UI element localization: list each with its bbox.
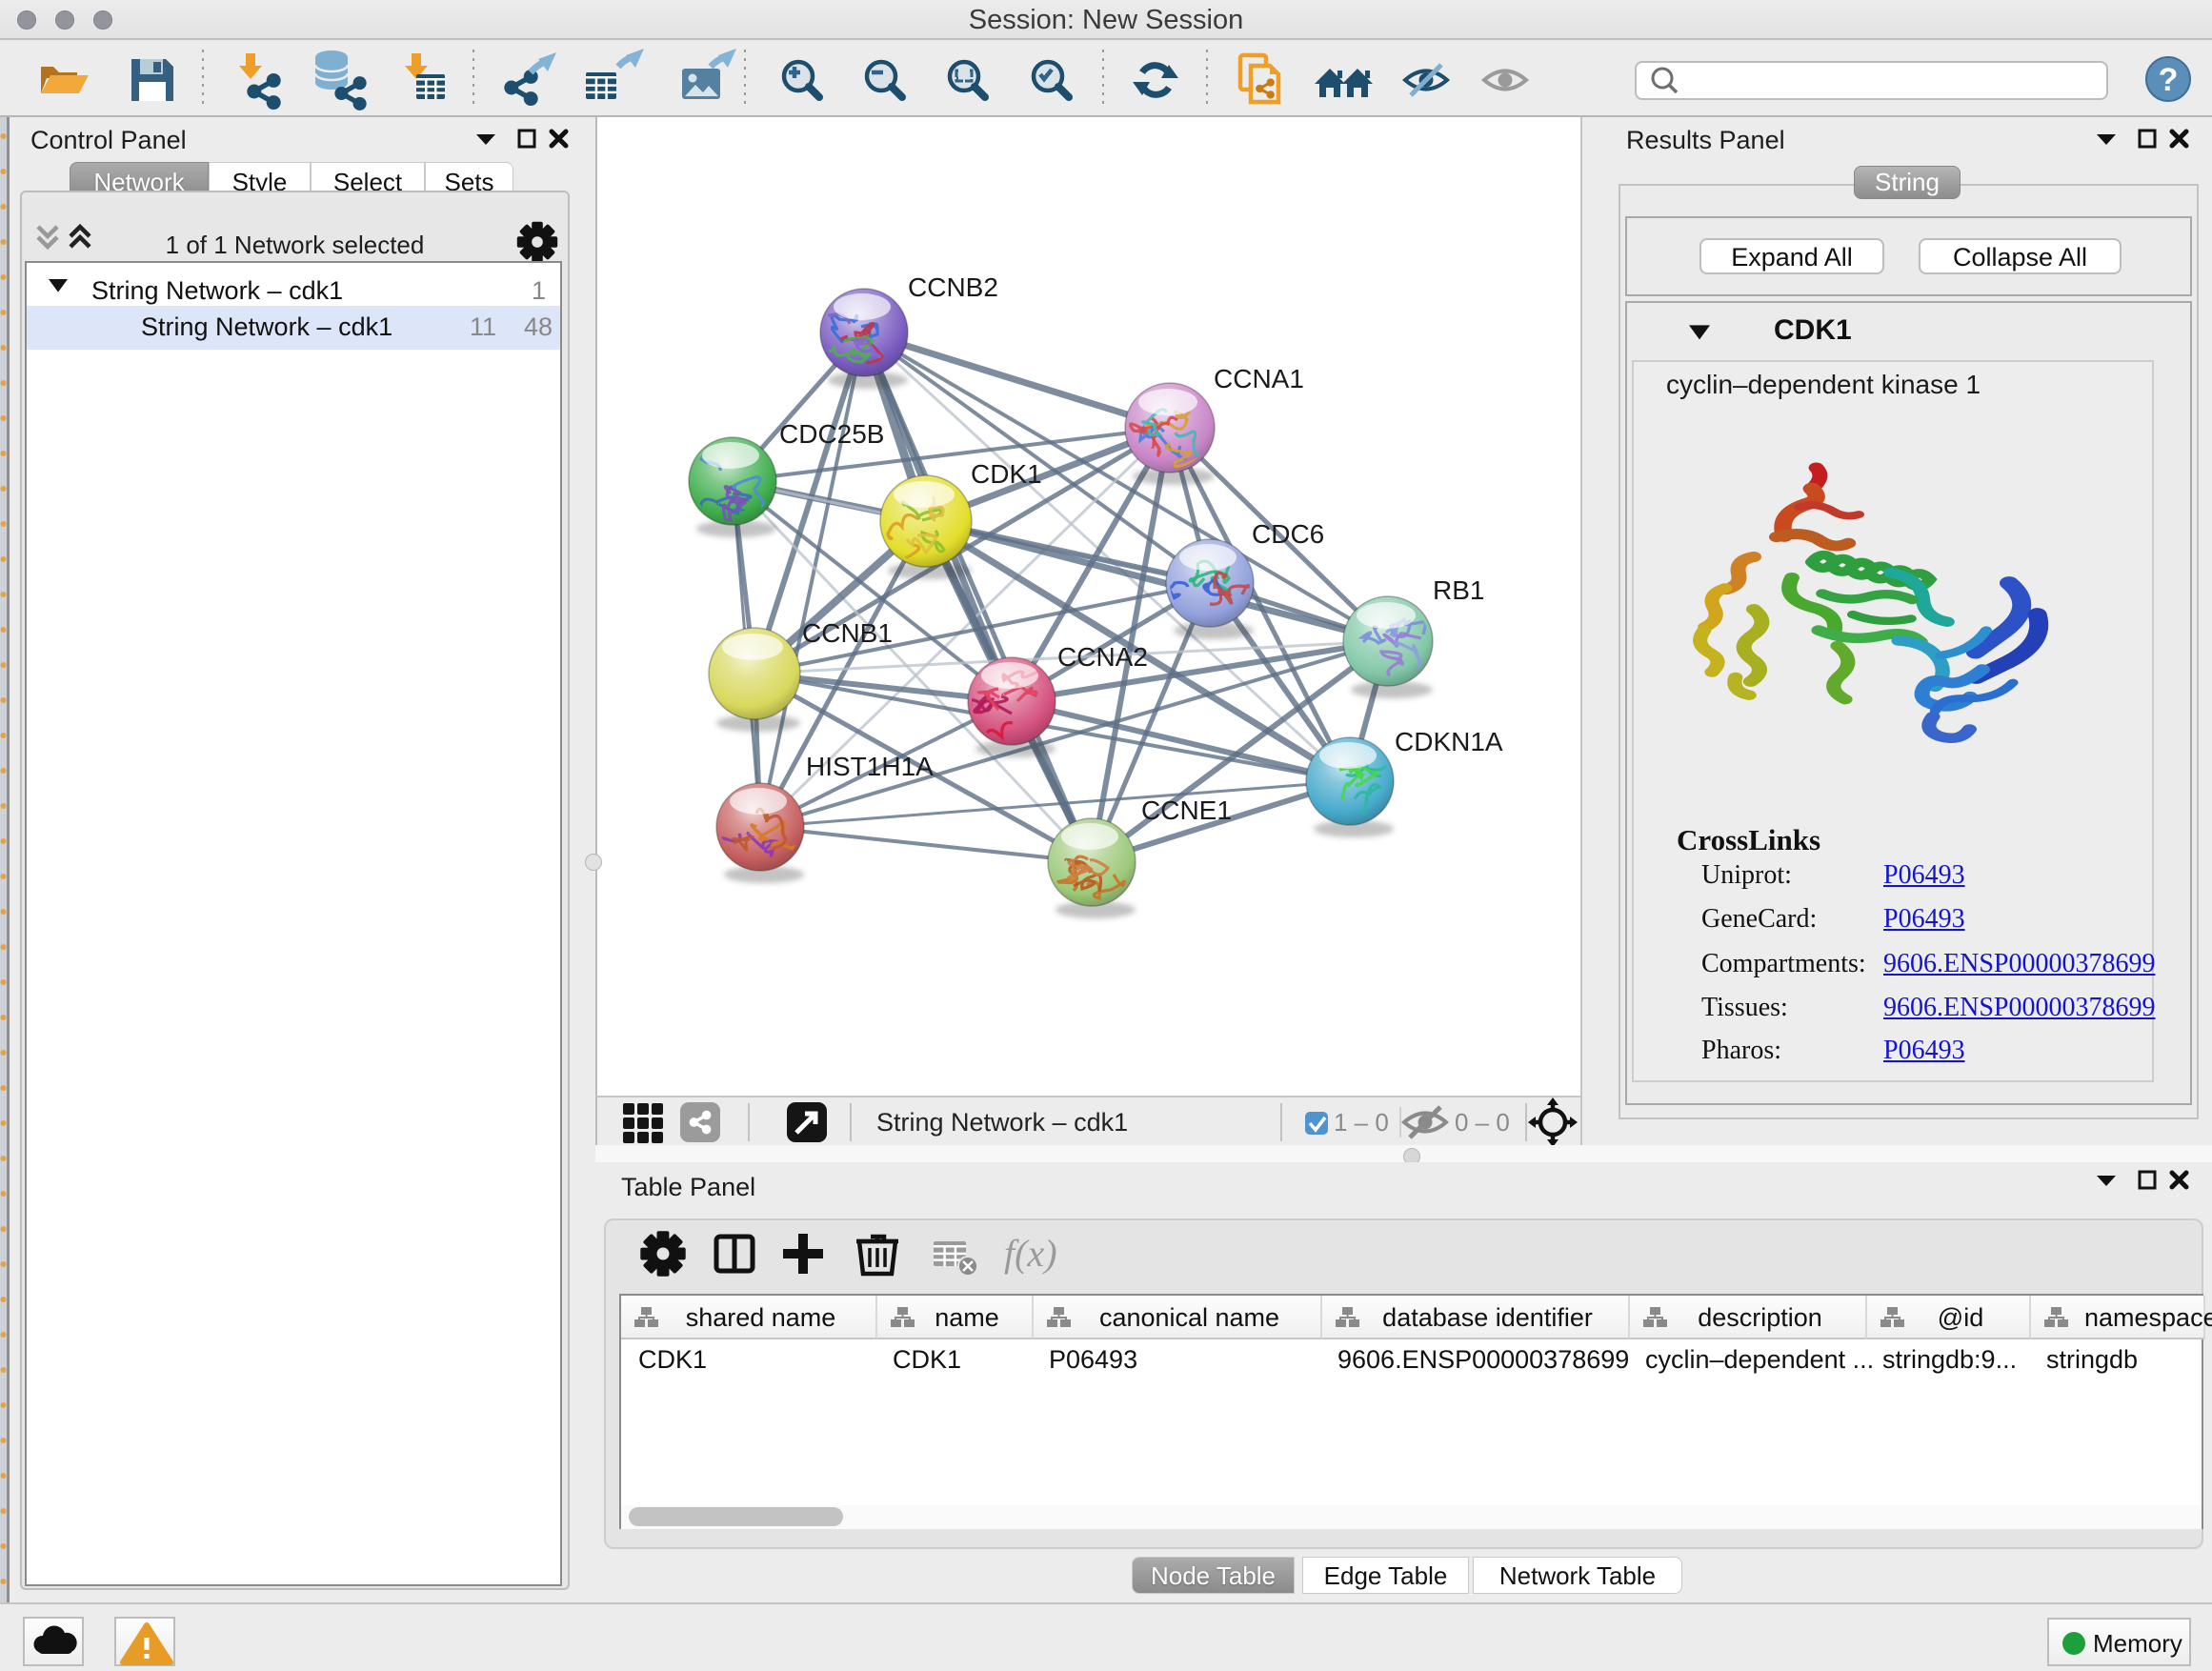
svg-text:?: ? <box>2159 62 2179 98</box>
svg-text:CDKN1A: CDKN1A <box>1395 727 1503 756</box>
svg-text:CCNB2: CCNB2 <box>908 272 998 302</box>
svg-text:f(x): f(x) <box>1004 1232 1057 1275</box>
svg-text:String Network – cdk1: String Network – cdk1 <box>876 1108 1128 1137</box>
svg-text:CCNA2: CCNA2 <box>1057 642 1148 672</box>
svg-text:0 – 0: 0 – 0 <box>1455 1108 1510 1137</box>
svg-text:1 – 0: 1 – 0 <box>1334 1108 1389 1137</box>
svg-text:Memory: Memory <box>2093 1629 2182 1658</box>
svg-text:CDC25B: CDC25B <box>779 419 884 449</box>
svg-text:HIST1H1A: HIST1H1A <box>806 752 934 781</box>
svg-text:CCNE1: CCNE1 <box>1141 795 1232 825</box>
svg-text:CCNA1: CCNA1 <box>1214 364 1304 393</box>
svg-text:CCNB1: CCNB1 <box>802 618 893 648</box>
svg-text:CDC6: CDC6 <box>1252 519 1324 549</box>
svg-text:RB1: RB1 <box>1433 575 1484 605</box>
svg-text:CDK1: CDK1 <box>971 459 1042 489</box>
